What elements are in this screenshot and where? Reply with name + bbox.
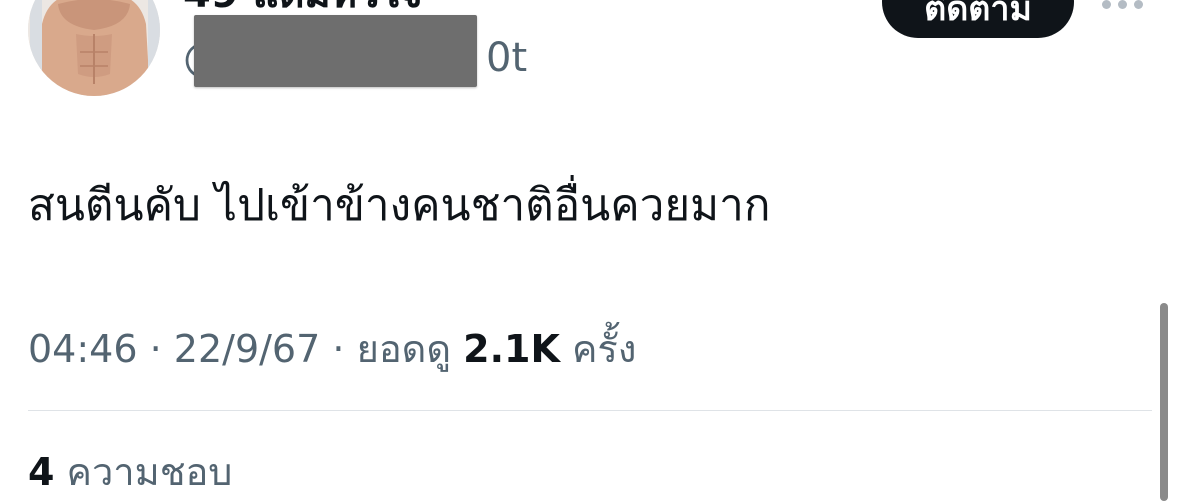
scrollbar[interactable] bbox=[1160, 303, 1168, 501]
handle-suffix: 0t bbox=[486, 35, 528, 81]
meta-separator: · bbox=[332, 327, 345, 371]
views-count: 2.1K bbox=[463, 327, 560, 371]
meta-separator: · bbox=[149, 327, 162, 371]
more-dots-icon[interactable] bbox=[1102, 0, 1146, 14]
redaction-block bbox=[194, 15, 477, 87]
views-unit: ครั้ง bbox=[571, 327, 637, 371]
likes-link[interactable]: 4 ความชอบ bbox=[28, 446, 232, 498]
tweet-time[interactable]: 04:46 bbox=[28, 327, 138, 371]
more-dot bbox=[1118, 0, 1127, 9]
display-name[interactable]: 49 แต้มหัวใจ bbox=[183, 0, 423, 14]
likes-count: 4 bbox=[28, 450, 55, 494]
avatar[interactable] bbox=[28, 0, 160, 96]
likes-label: ความชอบ bbox=[66, 450, 233, 494]
more-dot bbox=[1134, 0, 1143, 9]
avatar-photo bbox=[28, 0, 160, 96]
tweet-text: สนตีนคับ ไปเข้าข้างคนชาติอื่นควยมาก bbox=[28, 180, 771, 231]
views-label: ยอดดู bbox=[356, 327, 452, 371]
tweet-detail-view: 49 แต้มหัวใจ @0t ติดตาม สนตีนคับ ไปเข้าข… bbox=[0, 0, 1179, 501]
follow-button[interactable]: ติดตาม bbox=[882, 0, 1074, 38]
tweet-date[interactable]: 22/9/67 bbox=[174, 327, 321, 371]
follow-button-label: ติดตาม bbox=[924, 0, 1032, 29]
divider bbox=[28, 410, 1152, 411]
tweet-meta: 04:46 · 22/9/67 · ยอดดู 2.1K ครั้ง bbox=[28, 324, 636, 374]
more-dot bbox=[1102, 0, 1111, 9]
